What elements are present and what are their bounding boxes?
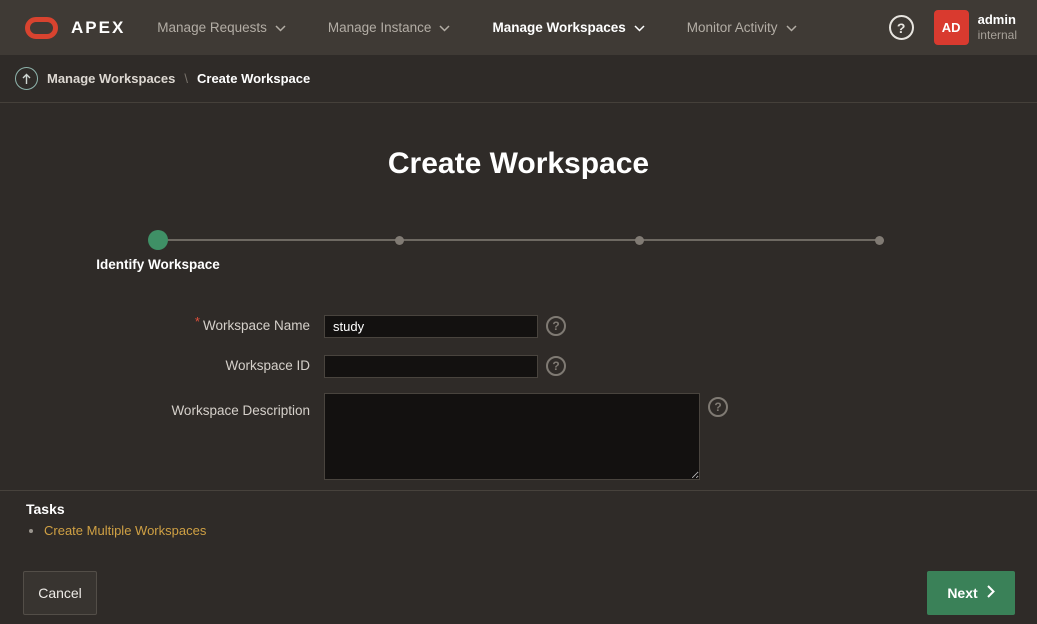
menu-monitor-activity[interactable]: Monitor Activity [687,20,797,35]
breadcrumb-create-workspace: Create Workspace [197,71,310,86]
list-item: Create Multiple Workspaces [44,523,206,538]
chevron-down-icon [634,20,645,35]
wizard-step-1-current [148,230,168,250]
create-multiple-workspaces-link[interactable]: Create Multiple Workspaces [44,523,206,538]
oracle-logo-icon[interactable] [25,17,58,39]
workspace-name-label: *Workspace Name [0,314,310,338]
tasks-divider [0,490,1037,491]
chevron-down-icon [439,20,450,35]
user-info[interactable]: admin internal [978,12,1017,43]
wizard-step-label: Identify Workspace [96,257,220,272]
chevron-down-icon [275,20,286,35]
next-button[interactable]: Next [927,571,1015,615]
tasks-list: Create Multiple Workspaces [44,523,206,538]
chevron-down-icon [786,20,797,35]
wizard-progress-line [158,239,879,241]
required-indicator: * [195,310,200,334]
workspace-description-row: Workspace Description ? [0,393,728,480]
nav-menus: Manage Requests Manage Instance Manage W… [157,20,796,35]
next-button-label: Next [947,585,977,601]
nav-right-cluster: ? AD admin internal [889,10,1017,45]
workspace-name-row: *Workspace Name ? [0,314,566,338]
cancel-button[interactable]: Cancel [23,571,97,615]
chevron-right-icon [987,585,995,601]
breadcrumb-separator: \ [184,71,188,86]
apex-brand[interactable]: APEX [71,18,125,38]
breadcrumb: Manage Workspaces \ Create Workspace [0,55,1037,103]
help-icon[interactable]: ? [889,15,914,40]
workspace-name-help-icon[interactable]: ? [546,316,566,336]
wizard-step-2 [395,236,404,245]
top-navigation-bar: APEX Manage Requests Manage Instance Man… [0,0,1037,55]
workspace-id-row: Workspace ID ? [0,354,566,378]
workspace-description-label: Workspace Description [0,393,310,423]
breadcrumb-manage-workspaces[interactable]: Manage Workspaces [47,71,175,86]
user-avatar[interactable]: AD [934,10,969,45]
menu-manage-requests[interactable]: Manage Requests [157,20,286,35]
workspace-name-input[interactable] [324,315,538,338]
tasks-section: Tasks Create Multiple Workspaces [26,501,206,538]
wizard-step-3 [635,236,644,245]
tasks-heading: Tasks [26,501,206,517]
user-context: internal [978,28,1017,43]
menu-manage-instance[interactable]: Manage Instance [328,20,451,35]
up-arrow-icon[interactable] [15,67,38,90]
page-title: Create Workspace [0,147,1037,181]
workspace-id-label: Workspace ID [0,354,310,378]
workspace-description-textarea[interactable] [324,393,700,480]
workspace-description-help-icon[interactable]: ? [708,397,728,417]
workspace-id-input[interactable] [324,355,538,378]
user-name: admin [978,12,1017,28]
menu-manage-workspaces[interactable]: Manage Workspaces [492,20,644,35]
workspace-id-help-icon[interactable]: ? [546,356,566,376]
wizard-step-4 [875,236,884,245]
main-content: Create Workspace Identify Workspace *Wor… [0,104,1037,624]
create-workspace-page: APEX Manage Requests Manage Instance Man… [0,0,1037,624]
